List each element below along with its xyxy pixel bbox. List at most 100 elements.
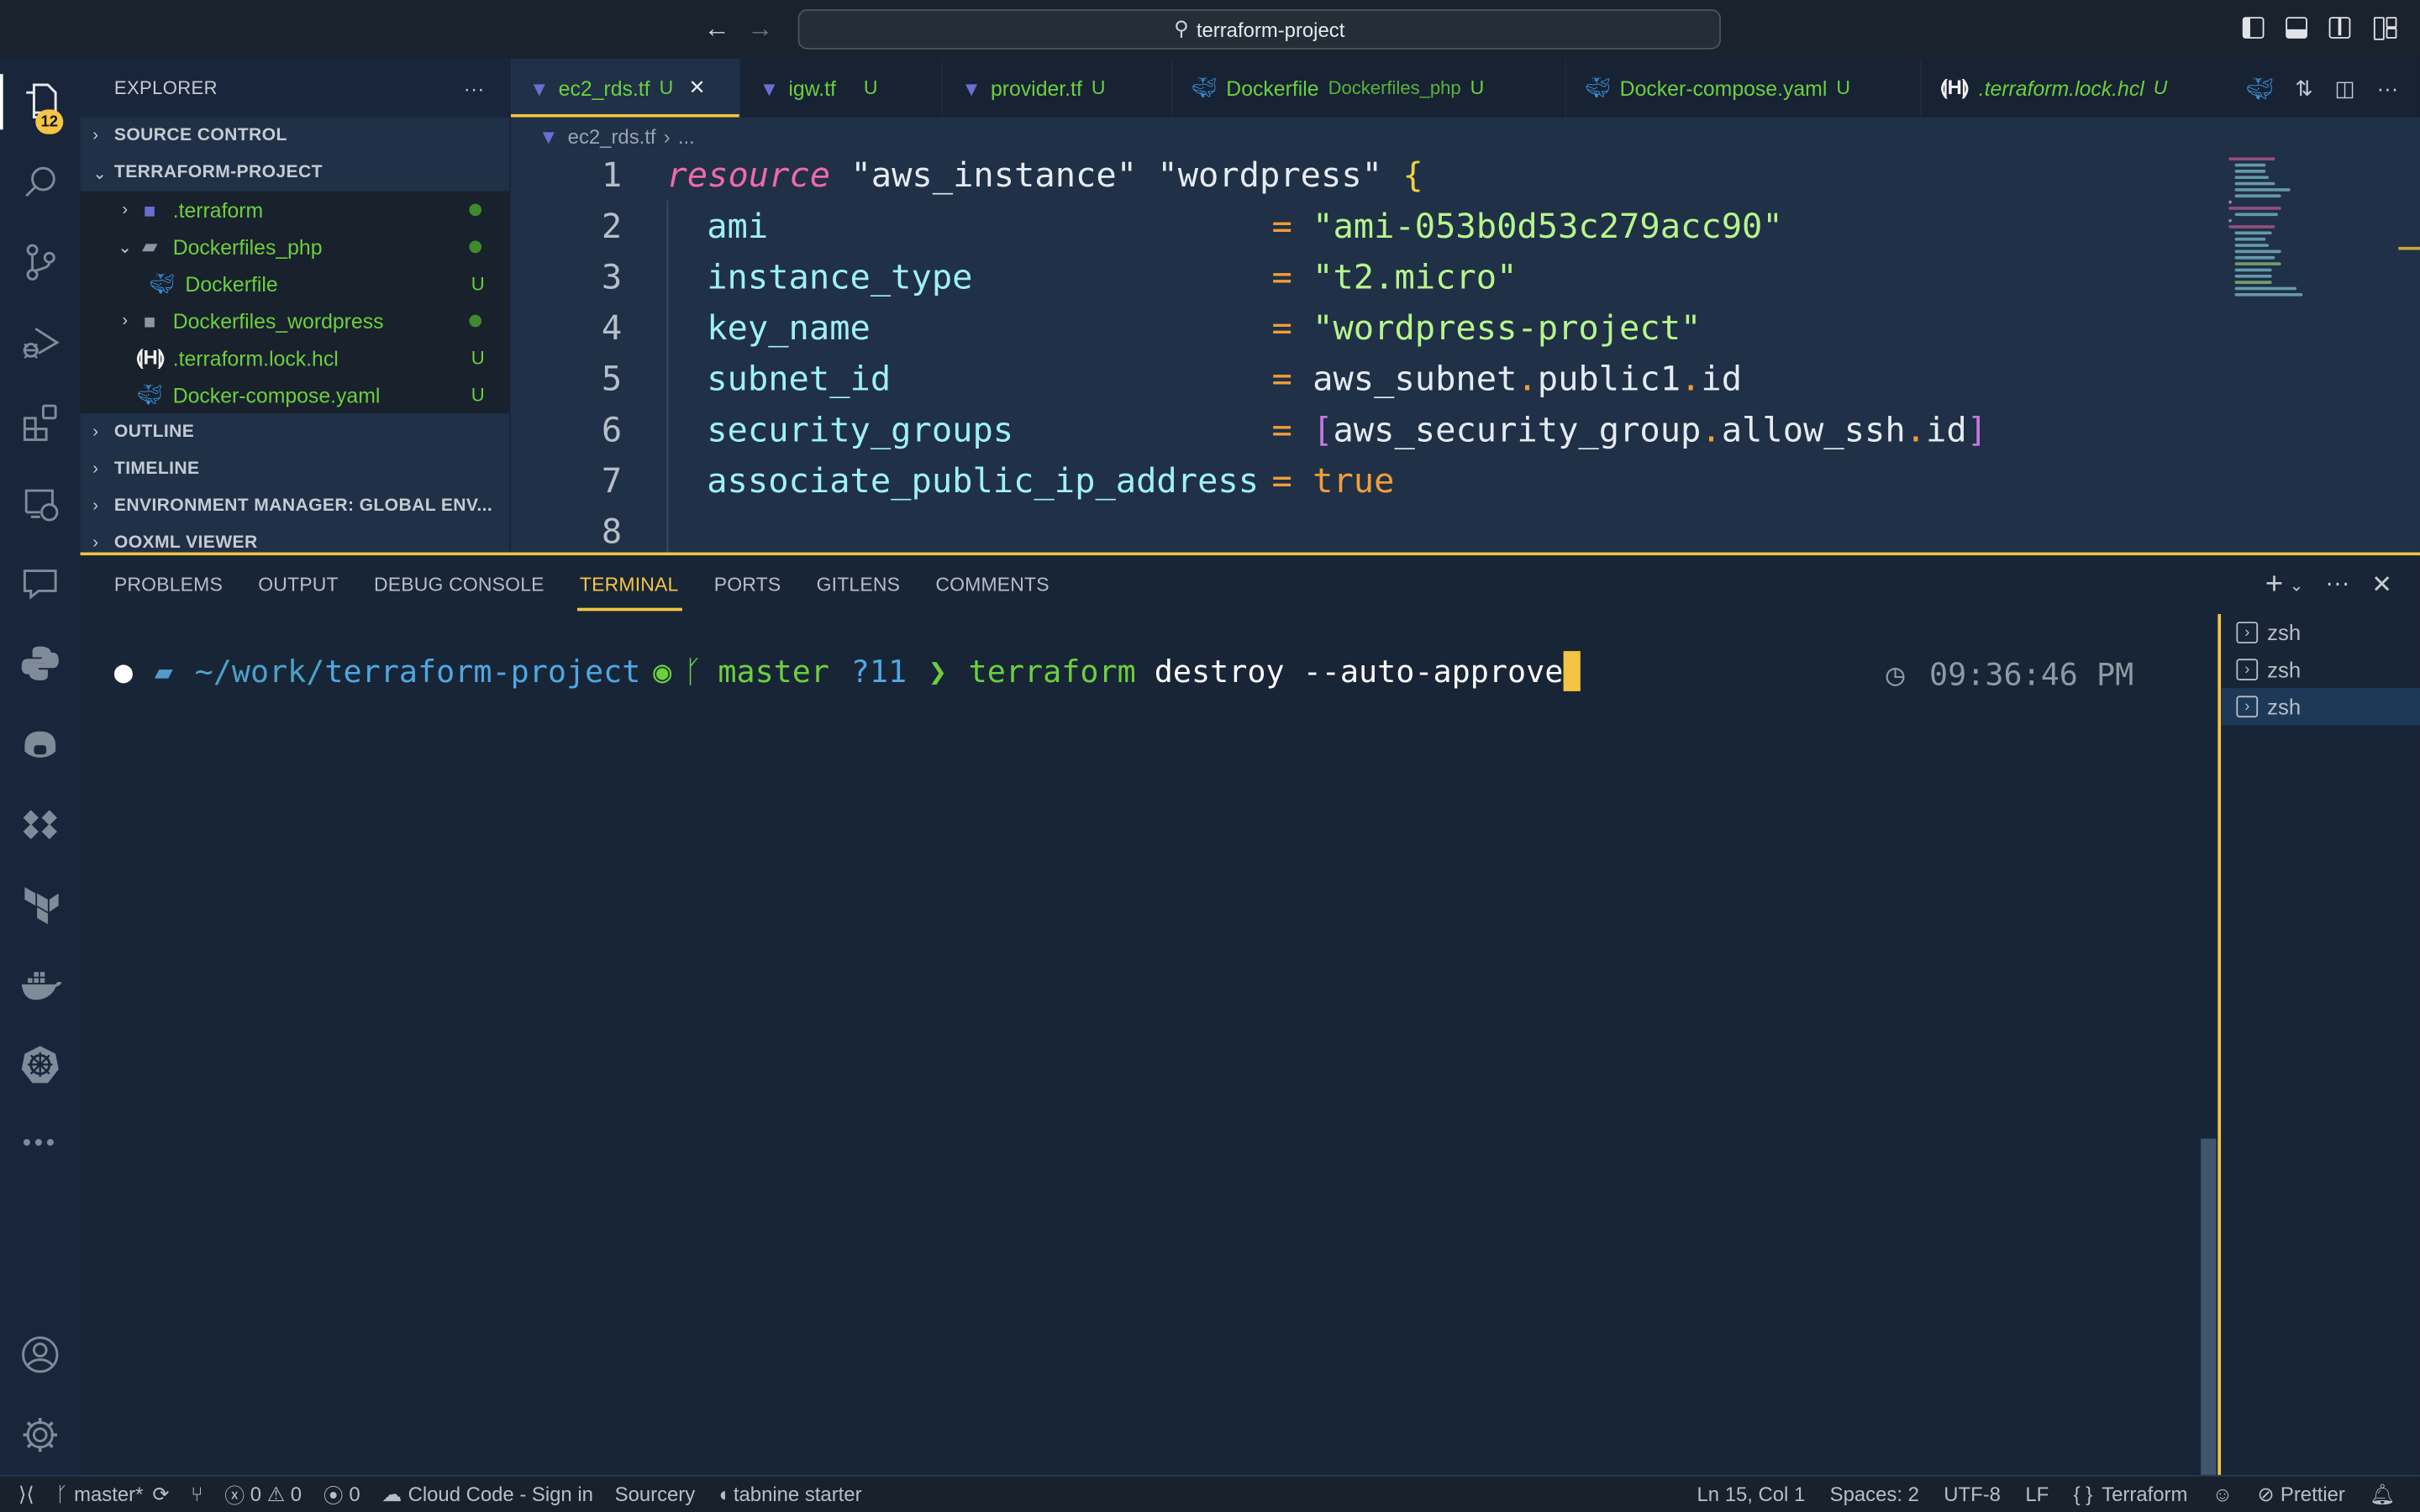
- tab-dockerfile[interactable]: 🐳︎ Dockerfile Dockerfiles_php U: [1173, 58, 1567, 118]
- more-actions-icon[interactable]: ···: [2325, 571, 2349, 599]
- terraform-icon[interactable]: [0, 870, 81, 938]
- chevron-right-icon: ›: [92, 423, 99, 442]
- accounts-icon[interactable]: [0, 1320, 81, 1389]
- terminal-tab[interactable]: › zsh: [2221, 651, 2420, 688]
- tree-item-terraform-lock[interactable]: ⟬H⟭ .terraform.lock.hcl U: [81, 339, 510, 376]
- time-label: 09:36:46 PM: [1928, 655, 2134, 693]
- terminal-prompt[interactable]: ● ▰ ~/work/terraform-project ◉ ᚴ master …: [114, 651, 1581, 691]
- customize-layout-icon[interactable]: [2373, 17, 2397, 40]
- panel-tab-problems[interactable]: PROBLEMS: [114, 555, 223, 614]
- extensions-icon[interactable]: [0, 389, 81, 457]
- tree-item-terraform-folder[interactable]: › ■ .terraform: [81, 192, 510, 228]
- manage-gear-icon[interactable]: [0, 1401, 81, 1469]
- terminal-scrollbar[interactable]: [2201, 1138, 2217, 1475]
- panel-tab-terminal[interactable]: TERMINAL: [576, 555, 682, 614]
- terminal-tab[interactable]: › zsh: [2221, 614, 2420, 651]
- kubernetes-icon[interactable]: [0, 1031, 81, 1099]
- language-mode[interactable]: { } Terraform: [2074, 1483, 2188, 1506]
- tree-item-dockerfiles-php[interactable]: ⌄ ▰ Dockerfiles_php: [81, 228, 510, 265]
- prettier-status[interactable]: ⊘ Prettier: [2258, 1482, 2345, 1506]
- untracked-badge: U: [471, 384, 485, 407]
- branch-label: master*: [74, 1483, 144, 1506]
- compare-changes-icon[interactable]: ⇅: [2295, 75, 2313, 101]
- code-editor[interactable]: 1 2 3 4 5 6 7 8 resource "aws_instance" …: [510, 154, 2420, 553]
- ports-status[interactable]: ⦿ 0: [324, 1479, 360, 1509]
- tabnine-icon: ◖: [716, 1483, 729, 1506]
- remote-indicator-icon[interactable]: ⟩⟨: [18, 1482, 34, 1506]
- code-line: key_name: [707, 310, 871, 349]
- tabnine-status[interactable]: ◖ tabnine starter: [717, 1483, 862, 1506]
- tab-docker-compose[interactable]: 🐳︎ Docker-compose.yaml U: [1566, 58, 1922, 118]
- ref-part: allow_ssh: [1721, 412, 1906, 451]
- docker-icon[interactable]: [0, 950, 81, 1018]
- minimap[interactable]: [2228, 155, 2383, 339]
- panel-tab-ports[interactable]: PORTS: [714, 555, 781, 614]
- git-untracked-count: ?11: [850, 652, 908, 690]
- breadcrumb-file[interactable]: ec2_rds.tf: [568, 124, 656, 148]
- back-arrow-icon[interactable]: ←: [704, 14, 730, 45]
- python-icon[interactable]: [0, 629, 81, 697]
- section-terraform-project[interactable]: ⌄ TERRAFORM-PROJECT: [81, 155, 510, 192]
- breadcrumb-symbol[interactable]: ...: [678, 124, 695, 148]
- explorer-icon[interactable]: 12: [0, 68, 81, 136]
- chevron-down-icon[interactable]: ⌄: [2290, 575, 2304, 595]
- git-branch-status[interactable]: ᚴ master* ⟳: [55, 1482, 169, 1506]
- folder-icon: ■: [143, 309, 156, 333]
- tab-terraform-lock[interactable]: ⟬H⟭ .terraform.lock.hcl U: [1922, 58, 2238, 118]
- problems-status[interactable]: ⓧ 0 ⚠ 0: [224, 1479, 302, 1509]
- search-icon[interactable]: [0, 148, 81, 216]
- sync-icon[interactable]: ⟳: [152, 1482, 169, 1506]
- forward-arrow-icon[interactable]: →: [747, 14, 773, 45]
- copilot-icon[interactable]: [0, 710, 81, 778]
- section-timeline[interactable]: › TIMELINE: [81, 450, 510, 487]
- panel-tab-comments[interactable]: COMMENTS: [935, 555, 1049, 614]
- toggle-secondary-sidebar-icon[interactable]: [2328, 17, 2351, 39]
- panel-tab-output[interactable]: OUTPUT: [258, 555, 339, 614]
- explorer-more-button[interactable]: ···: [464, 76, 485, 100]
- panel-tab-debug-console[interactable]: DEBUG CONSOLE: [374, 555, 544, 614]
- docker-action-icon[interactable]: 🐳︎: [2246, 75, 2274, 101]
- explorer-title: EXPLORER: [113, 76, 218, 99]
- split-editor-icon[interactable]: ◫: [2335, 75, 2355, 101]
- section-outline[interactable]: › OUTLINE: [81, 413, 510, 450]
- untracked-badge: U: [863, 76, 878, 99]
- panel-tabs: PROBLEMS OUTPUT DEBUG CONSOLE TERMINAL P…: [114, 555, 1085, 614]
- tab-igw[interactable]: ▼ igw.tf U: [741, 58, 944, 118]
- tab-provider[interactable]: ▼ provider.tf U: [943, 58, 1173, 118]
- tree-item-dockerfile[interactable]: 🐳︎ Dockerfile U: [81, 265, 510, 302]
- toggle-panel-icon[interactable]: [2286, 17, 2307, 39]
- indentation[interactable]: Spaces: 2: [1830, 1483, 1919, 1506]
- notifications-bell-icon[interactable]: 🔔︎: [2370, 1482, 2395, 1506]
- tree-item-dockerfiles-wordpress[interactable]: › ■ Dockerfiles_wordpress: [81, 302, 510, 339]
- toggle-primary-sidebar-icon[interactable]: [2242, 17, 2265, 39]
- tree-item-docker-compose[interactable]: 🐳︎ Docker-compose.yaml U: [81, 376, 510, 413]
- new-terminal-plus-icon[interactable]: +: [2265, 567, 2283, 602]
- chat-icon[interactable]: [0, 549, 81, 617]
- run-debug-icon[interactable]: [0, 308, 81, 376]
- section-environment-manager[interactable]: › ENVIRONMENT MANAGER: GLOBAL ENV...: [81, 487, 510, 524]
- terraform-file-icon: ▼: [539, 123, 559, 148]
- section-source-control[interactable]: › SOURCE CONTROL: [81, 118, 510, 155]
- command-center[interactable]: ⚲ terraform-project: [797, 9, 1721, 50]
- bloc-icon[interactable]: [0, 790, 81, 858]
- remote-explorer-icon[interactable]: [0, 469, 81, 537]
- more-actions-icon[interactable]: ···: [2377, 76, 2399, 100]
- cloud-code-status[interactable]: ☁ Cloud Code - Sign in: [381, 1482, 593, 1506]
- git-branch-icon: ᚴ: [683, 652, 702, 690]
- terminal-tab-active[interactable]: › zsh: [2221, 688, 2420, 726]
- source-control-icon[interactable]: [0, 228, 81, 297]
- copilot-status-icon[interactable]: ☺: [2212, 1483, 2233, 1506]
- minimap-line: [2234, 274, 2272, 278]
- tab-ec2-rds[interactable]: ▼ ec2_rds.tf U ✕: [510, 58, 741, 118]
- tree-item-label: .terraform.lock.hcl: [172, 346, 339, 370]
- cursor-position[interactable]: Ln 15, Col 1: [1697, 1483, 1806, 1506]
- sourcery-status[interactable]: Sourcery: [615, 1483, 696, 1506]
- end-of-line[interactable]: LF: [2025, 1483, 2049, 1506]
- panel-tab-gitlens[interactable]: GITLENS: [817, 555, 901, 614]
- close-icon[interactable]: ✕: [689, 76, 706, 100]
- minimap-line: [2228, 218, 2232, 223]
- more-icon[interactable]: •••: [0, 1110, 81, 1179]
- graph-icon[interactable]: ⑂: [191, 1483, 203, 1506]
- encoding[interactable]: UTF-8: [1944, 1483, 2001, 1506]
- close-panel-icon[interactable]: ✕: [2371, 570, 2392, 601]
